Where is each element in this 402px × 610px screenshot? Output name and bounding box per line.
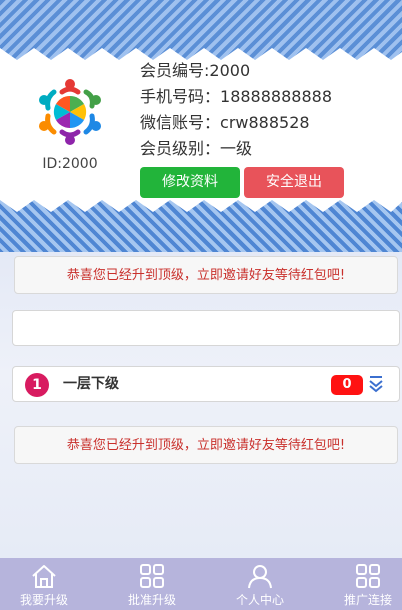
member-number-value: 2000	[209, 61, 251, 80]
content-background	[0, 252, 402, 558]
home-icon	[32, 565, 56, 588]
member-level-key: 会员级别：	[140, 139, 221, 158]
level-count-badge: 0	[331, 375, 363, 395]
profile-info: 会员编号:2000 手机号码：18888888888 微信账号：crw88852…	[140, 58, 332, 162]
phone-row: 手机号码：18888888888	[140, 84, 332, 110]
level-title: 一层下级	[63, 376, 119, 392]
bottom-tabbar: 我要升级 批准升级 个人中心 推广连接	[0, 558, 402, 610]
wechat-value: crw888528	[220, 113, 310, 132]
logout-button[interactable]: 安全退出	[244, 167, 344, 198]
profile-header: ID:2000 会员编号:2000 手机号码：18888888888 微信账号：…	[0, 0, 402, 252]
level-number-badge: 1	[25, 373, 49, 397]
wechat-row: 微信账号：crw888528	[140, 110, 332, 136]
tab-promo-link[interactable]: 推广连接	[328, 558, 402, 610]
avatar-logo	[39, 79, 101, 145]
tab-approve-label: 批准升级	[127, 593, 176, 607]
tab-upgrade-label: 我要升级	[19, 593, 68, 607]
tab-profile[interactable]: 个人中心	[220, 558, 300, 610]
expand-chevron-icon[interactable]	[368, 375, 384, 393]
member-level-row: 会员级别：一级	[140, 136, 332, 162]
grid-icon	[140, 564, 164, 588]
phone-key: 手机号码：	[140, 87, 221, 106]
grid-icon	[356, 564, 380, 588]
member-level-value: 一级	[220, 139, 253, 158]
tab-approve[interactable]: 批准升级	[112, 558, 192, 610]
tab-promo-link-label: 推广连接	[343, 593, 392, 607]
tab-profile-label: 个人中心	[235, 593, 284, 607]
edit-profile-button[interactable]: 修改资料	[140, 167, 240, 198]
top-level-notice: 恭喜您已经升到顶级，立即邀请好友等待红包吧!	[14, 256, 398, 294]
bottom-level-notice: 恭喜您已经升到顶级，立即邀请好友等待红包吧!	[14, 426, 398, 464]
member-number-row: 会员编号:2000	[140, 58, 332, 84]
tab-upgrade[interactable]: 我要升级	[4, 558, 84, 610]
phone-value: 18888888888	[220, 87, 332, 106]
empty-panel	[12, 310, 400, 346]
wechat-key: 微信账号：	[140, 113, 221, 132]
user-id-label: ID:2000	[42, 156, 98, 172]
member-number-key: 会员编号:	[140, 61, 210, 80]
user-icon	[248, 565, 272, 589]
level-one-row[interactable]: 1 一层下级 0	[12, 366, 400, 402]
